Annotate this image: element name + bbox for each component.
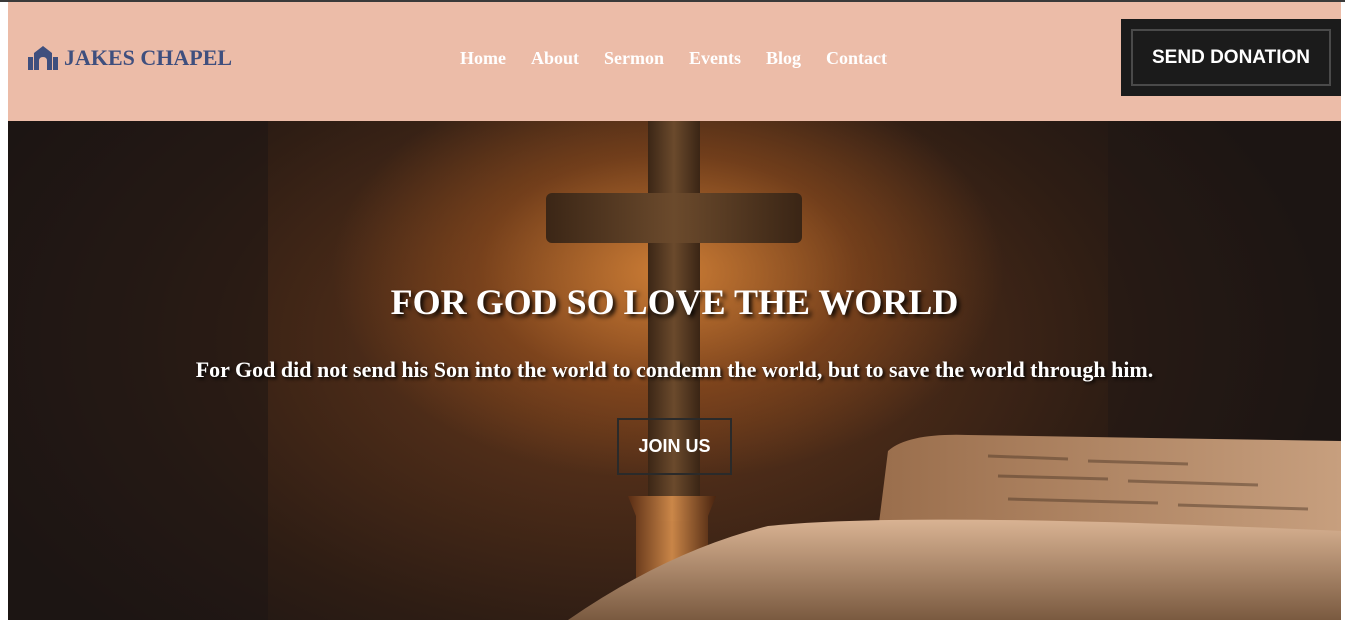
nav-item-home[interactable]: Home xyxy=(460,46,506,70)
nav-item-about[interactable]: About xyxy=(531,46,579,70)
brand-name: JAKES CHAPEL xyxy=(64,45,233,70)
church-icon xyxy=(28,46,58,70)
main-nav: Home About Sermon Events Blog Contact xyxy=(460,46,887,70)
hero-title: FOR GOD SO LOVE THE WORLD xyxy=(390,282,959,322)
nav-item-sermon[interactable]: Sermon xyxy=(604,46,664,70)
hero-section: FOR GOD SO LOVE THE WORLD For God did no… xyxy=(8,121,1341,620)
join-us-button[interactable]: JOIN US xyxy=(617,418,732,475)
hero-subtitle: For God did not send his Son into the wo… xyxy=(195,357,1154,382)
nav-item-blog[interactable]: Blog xyxy=(766,46,801,70)
send-donation-button[interactable]: SEND DONATION xyxy=(1131,29,1331,86)
donation-panel: SEND DONATION xyxy=(1121,19,1341,96)
brand-logo[interactable]: JAKES CHAPEL xyxy=(28,42,232,74)
nav-item-events[interactable]: Events xyxy=(689,46,741,70)
nav-item-contact[interactable]: Contact xyxy=(826,46,887,70)
